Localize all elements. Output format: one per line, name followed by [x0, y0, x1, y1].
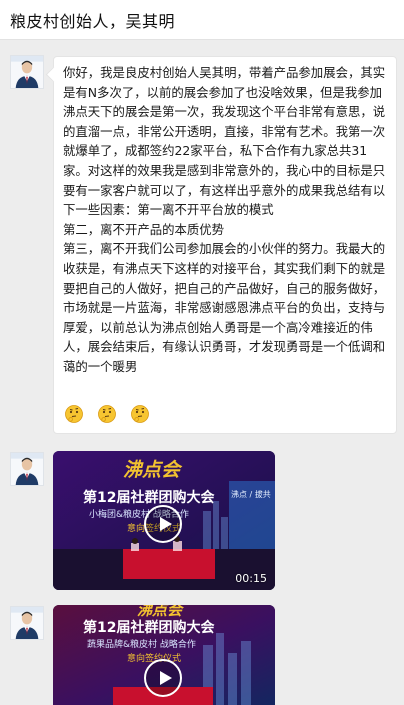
- thinking-face-emoji: [130, 404, 150, 424]
- message-text: 你好，我是良皮村创始人吴其明，带着产品参加展会，其实是有N多次了，以前的展会参加…: [63, 65, 386, 374]
- avatar-portrait: [11, 453, 43, 485]
- chat-title: 粮皮村创始人，吴其明: [10, 12, 176, 31]
- user-avatar[interactable]: [10, 452, 44, 486]
- text-message-bubble[interactable]: 你好，我是良皮村创始人吴其明，带着产品参加展会，其实是有N多次了，以前的展会参加…: [53, 56, 397, 434]
- video-headline-text: 第12届社群团购大会: [83, 490, 215, 506]
- video-subline-text: 蔬果品牌&粮皮村 战略合作: [87, 640, 196, 650]
- user-avatar[interactable]: [10, 55, 44, 89]
- video-headline-text: 第12届社群团购大会: [83, 620, 215, 636]
- video-brand-text: 沸点会: [123, 459, 181, 481]
- thinking-face-emoji: [97, 404, 117, 424]
- video-duration: 00:15: [235, 572, 267, 585]
- emoji-row: [64, 403, 158, 425]
- avatar-portrait: [11, 607, 43, 639]
- avatar-portrait: [11, 56, 43, 88]
- play-icon[interactable]: [144, 659, 182, 697]
- play-icon[interactable]: [144, 505, 182, 543]
- video-side-text: 沸点 / 拔共: [231, 490, 271, 499]
- thinking-face-emoji: [64, 404, 84, 424]
- user-avatar[interactable]: [10, 606, 44, 640]
- video-message[interactable]: 沸点会 第12届社群团购大会 小梅团&粮皮村 战略合作 意向签约仪式 沸点 / …: [53, 451, 275, 590]
- chat-header: 粮皮村创始人，吴其明: [0, 0, 404, 40]
- video-message[interactable]: 沸点会 第12届社群团购大会 蔬果品牌&粮皮村 战略合作 意向签约仪式: [53, 605, 275, 705]
